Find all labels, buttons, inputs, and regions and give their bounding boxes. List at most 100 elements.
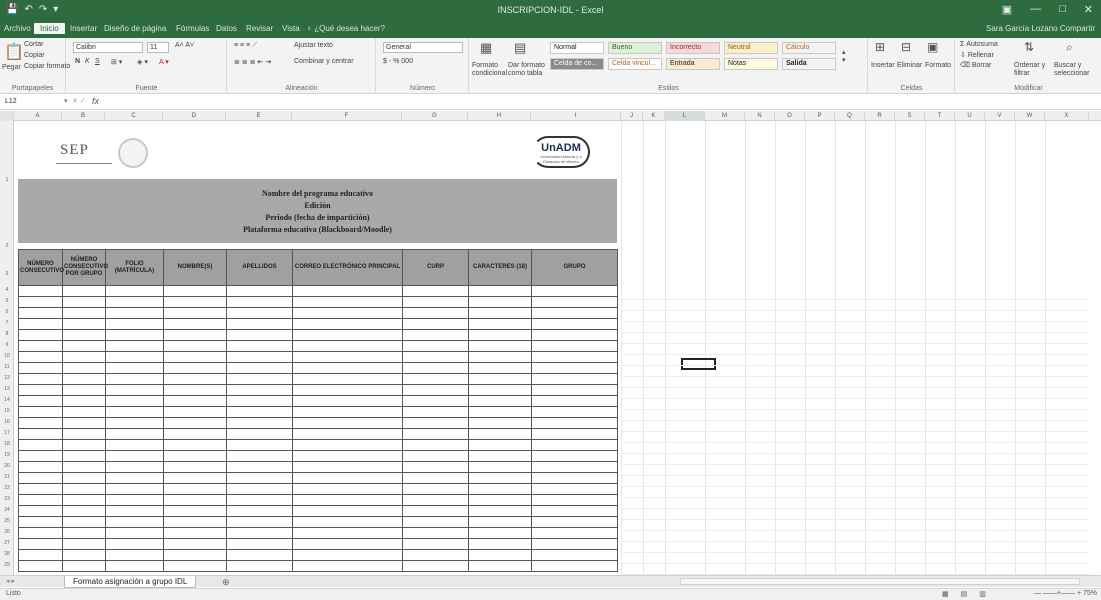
minimize-button[interactable]: — (1030, 3, 1041, 16)
style-incorrecto[interactable]: Incorrecto (666, 42, 720, 54)
table-cell[interactable] (531, 318, 618, 330)
style-notas[interactable]: Notas (724, 58, 778, 70)
table-cell[interactable] (402, 560, 469, 572)
table-cell[interactable] (62, 450, 106, 462)
table-cell[interactable] (105, 395, 164, 407)
table-cell[interactable] (468, 362, 532, 374)
align-left-icon[interactable]: ≣ ≣ ≣ ⇤ ⇥ (234, 58, 271, 66)
column-header[interactable]: J (621, 111, 643, 121)
table-cell[interactable] (163, 285, 227, 297)
table-cell[interactable] (531, 362, 618, 374)
table-cell[interactable] (468, 307, 532, 319)
style-normal[interactable]: Normal (550, 42, 604, 54)
font-name-select[interactable]: Calibri (73, 42, 143, 53)
table-cell[interactable] (292, 516, 403, 528)
table-cell[interactable] (292, 329, 403, 341)
page-layout-view-icon[interactable]: ▤ (961, 590, 968, 598)
table-cell[interactable] (105, 461, 164, 473)
table-cell[interactable] (18, 417, 63, 429)
table-cell[interactable] (18, 439, 63, 451)
table-cell[interactable] (468, 516, 532, 528)
header-curp[interactable]: CURP (402, 249, 469, 286)
column-header[interactable]: X (1045, 111, 1089, 121)
sheet-tab-active[interactable]: Formato asignación a grupo IDL (64, 576, 197, 588)
row-header[interactable]: 3 (0, 271, 14, 277)
table-cell[interactable] (226, 505, 293, 517)
table-cell[interactable] (163, 472, 227, 484)
row-header[interactable]: 10 (0, 353, 14, 359)
table-cell[interactable] (531, 461, 618, 473)
horizontal-scrollbar[interactable] (680, 578, 1080, 585)
select-all-corner[interactable] (0, 111, 14, 121)
table-cell[interactable] (531, 549, 618, 561)
table-cell[interactable] (226, 483, 293, 495)
table-cell[interactable] (105, 439, 164, 451)
table-cell[interactable] (226, 395, 293, 407)
column-header[interactable]: Q (835, 111, 865, 121)
table-cell[interactable] (531, 384, 618, 396)
table-cell[interactable] (18, 494, 63, 506)
table-cell[interactable] (163, 318, 227, 330)
table-cell[interactable] (292, 340, 403, 352)
table-cell[interactable] (226, 549, 293, 561)
align-top-icon[interactable]: ≡ ≡ ≡ ⟋ (234, 42, 257, 50)
table-cell[interactable] (105, 428, 164, 440)
table-cell[interactable] (402, 428, 469, 440)
column-header[interactable]: S (895, 111, 925, 121)
table-cell[interactable] (468, 472, 532, 484)
table-cell[interactable] (292, 362, 403, 374)
tab-inicio[interactable]: Inicio (34, 23, 65, 34)
table-cell[interactable] (62, 483, 106, 495)
table-cell[interactable] (531, 307, 618, 319)
table-cell[interactable] (531, 428, 618, 440)
table-cell[interactable] (62, 395, 106, 407)
autosum-button[interactable]: Σ Autosuma (960, 41, 998, 48)
zoom-slider[interactable]: — ——+—— + 75% (1034, 590, 1097, 597)
table-cell[interactable] (105, 318, 164, 330)
table-cell[interactable] (62, 384, 106, 396)
row-header[interactable]: 9 (0, 342, 14, 348)
column-header[interactable]: M (705, 111, 745, 121)
column-header[interactable]: O (775, 111, 805, 121)
table-cell[interactable] (468, 527, 532, 539)
table-cell[interactable] (62, 516, 106, 528)
table-cell[interactable] (468, 560, 532, 572)
close-button[interactable]: ✕ (1084, 3, 1093, 16)
conditional-format-icon[interactable]: ▦ (480, 40, 492, 56)
table-cell[interactable] (18, 351, 63, 363)
table-cell[interactable] (62, 538, 106, 550)
copy-button[interactable]: Copiar (24, 52, 45, 59)
table-cell[interactable] (531, 538, 618, 550)
format-painter-button[interactable]: Copiar formato (24, 63, 70, 70)
table-cell[interactable] (163, 329, 227, 341)
table-cell[interactable] (226, 560, 293, 572)
table-cell[interactable] (468, 538, 532, 550)
table-cell[interactable] (292, 285, 403, 297)
row-header[interactable]: 12 (0, 375, 14, 381)
format-button[interactable]: Formato (925, 62, 951, 69)
table-cell[interactable] (163, 505, 227, 517)
grow-font-icon[interactable]: A˄ A˅ (175, 42, 194, 49)
table-cell[interactable] (226, 329, 293, 341)
table-cell[interactable] (402, 307, 469, 319)
table-cell[interactable] (105, 516, 164, 528)
italic-button[interactable]: K (85, 58, 90, 65)
column-header[interactable]: R (865, 111, 895, 121)
row-header[interactable]: 29 (0, 562, 14, 568)
table-cell[interactable] (468, 483, 532, 495)
header-folio[interactable]: FOLIO (MATRÍCULA) (105, 249, 164, 286)
table-cell[interactable] (62, 307, 106, 319)
table-cell[interactable] (163, 373, 227, 385)
table-cell[interactable] (163, 538, 227, 550)
table-cell[interactable] (531, 483, 618, 495)
table-cell[interactable] (292, 384, 403, 396)
row-header[interactable]: 20 (0, 463, 14, 469)
table-cell[interactable] (105, 472, 164, 484)
table-cell[interactable] (226, 461, 293, 473)
insert-function-button[interactable]: fx (92, 96, 99, 106)
table-cell[interactable] (292, 351, 403, 363)
table-cell[interactable] (105, 505, 164, 517)
table-cell[interactable] (402, 285, 469, 297)
table-cell[interactable] (292, 461, 403, 473)
table-cell[interactable] (292, 428, 403, 440)
